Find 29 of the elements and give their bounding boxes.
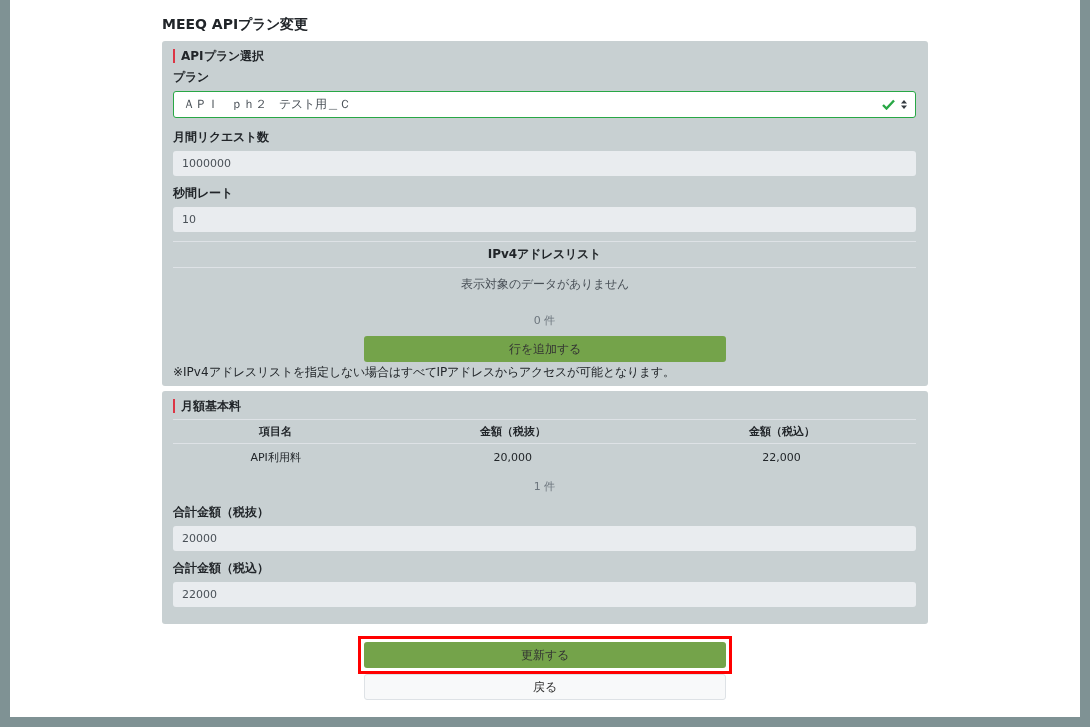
sort-caret-icon <box>901 100 907 109</box>
field-label: 秒間レート <box>173 185 234 202</box>
row-count: 1 件 <box>532 479 557 495</box>
section-title: 月額基本料 <box>173 399 916 413</box>
column-header: 項目名 <box>173 419 379 444</box>
readonly-field[interactable]: 1000000 <box>173 151 916 176</box>
table-cell: 22,000 <box>647 443 916 471</box>
empty-message: 表示対象のデータがありません <box>459 276 630 293</box>
back-button[interactable]: 戻る <box>364 674 726 700</box>
page-title: MEEQ APIプラン変更 <box>162 16 310 34</box>
field-label: 合計金額（税込） <box>173 560 270 577</box>
table-cell: 20,000 <box>378 443 648 471</box>
update-button[interactable]: 更新する <box>364 642 726 668</box>
readonly-field[interactable]: 10 <box>173 207 916 232</box>
note-text: ※IPv4アドレスリストを指定しない場合はすべてIPアドレスからアクセスが可能となります。 <box>173 365 677 380</box>
check-icon <box>882 99 895 110</box>
row-count: 0 件 <box>532 313 557 329</box>
column-header: 金額（税抜） <box>378 419 648 444</box>
table-cell: API利用料 <box>173 443 379 471</box>
plan-select[interactable]: ＡＰＩ ｐｈ２ テスト用＿Ｃ <box>173 91 916 118</box>
add-row-button[interactable]: 行を追加する <box>363 336 726 362</box>
section-title: APIプラン選択 <box>173 49 916 63</box>
field-label: プラン <box>173 69 210 86</box>
column-header: IPv4アドレスリスト <box>173 242 916 268</box>
field-label: 合計金額（税抜） <box>173 504 270 521</box>
readonly-field[interactable]: 20000 <box>173 526 916 551</box>
field-label: 月間リクエスト数 <box>173 129 270 146</box>
column-header: 金額（税込） <box>647 419 916 444</box>
readonly-field[interactable]: 22000 <box>173 582 916 607</box>
